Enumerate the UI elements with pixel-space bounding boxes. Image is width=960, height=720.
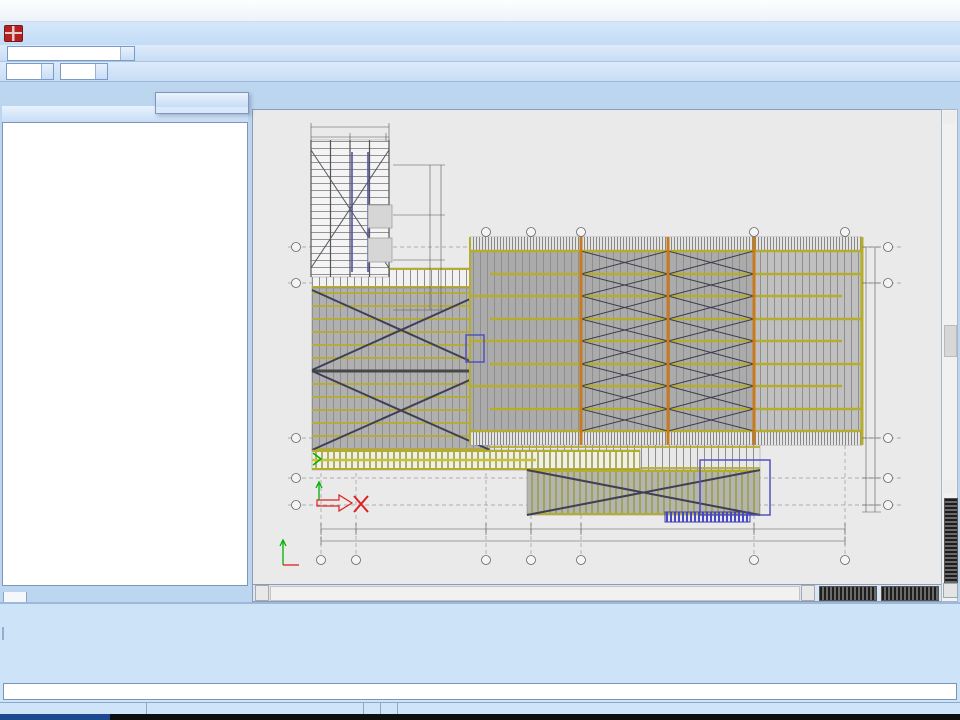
chevron-down-icon[interactable] xyxy=(120,47,134,60)
command-panel xyxy=(0,602,960,702)
status-coords-2d xyxy=(0,703,147,714)
title-bar[interactable] xyxy=(0,0,960,22)
zoom-bar-horizontal[interactable] xyxy=(881,586,939,601)
toolbar-standard xyxy=(0,45,960,62)
scia-system-icon[interactable] xyxy=(4,25,23,42)
scaffold-tower xyxy=(311,140,392,277)
canvas-toolbar xyxy=(252,585,942,602)
count-spinner-value xyxy=(61,64,95,79)
vertical-scrollbar[interactable] xyxy=(941,109,958,602)
menu-tree-panel xyxy=(2,106,248,604)
menu-bar xyxy=(0,22,960,45)
bottom-right-block xyxy=(527,470,760,515)
view-palette xyxy=(155,92,249,114)
toolbar-structure xyxy=(0,62,960,82)
selection-cursor-button[interactable] xyxy=(2,627,4,640)
spinner-arrows[interactable] xyxy=(95,64,107,79)
view-palette-header[interactable] xyxy=(156,93,248,107)
pan-bar-horizontal[interactable] xyxy=(819,586,877,601)
zoom-bar-vertical[interactable] xyxy=(944,498,958,590)
scroll-down-button[interactable] xyxy=(943,480,956,493)
scrollbar-corner xyxy=(943,583,958,598)
status-plane[interactable] xyxy=(381,703,398,714)
status-state xyxy=(398,703,414,714)
view-palette-body xyxy=(156,107,248,113)
project-combo[interactable] xyxy=(7,46,135,61)
command-panel-header[interactable] xyxy=(0,604,960,621)
scroll-left-button[interactable] xyxy=(255,585,269,601)
central-wall-panel xyxy=(470,237,862,445)
left-wall-block xyxy=(312,288,490,450)
structural-drawing xyxy=(253,110,941,584)
command-input[interactable] xyxy=(3,683,957,700)
taskbar-segment xyxy=(0,714,110,720)
count-spinner[interactable] xyxy=(60,63,108,80)
horizontal-scroll-track[interactable] xyxy=(270,586,800,601)
menu-tree xyxy=(2,122,248,586)
status-bar xyxy=(0,702,960,714)
lower-stud-strip xyxy=(312,450,640,470)
drawing-canvas[interactable] xyxy=(252,109,942,585)
status-units[interactable] xyxy=(364,703,381,714)
scale-spinner-value xyxy=(7,64,41,79)
scale-spinner[interactable] xyxy=(6,63,54,80)
taskbar-strip xyxy=(0,714,960,720)
application-window xyxy=(0,0,960,720)
app-logo-icon xyxy=(6,4,19,17)
scroll-right-button[interactable] xyxy=(801,585,815,601)
status-coords-3d xyxy=(147,703,364,714)
spinner-arrows[interactable] xyxy=(41,64,53,79)
scroll-up-button[interactable] xyxy=(943,111,956,124)
vertical-scroll-thumb[interactable] xyxy=(944,325,957,357)
